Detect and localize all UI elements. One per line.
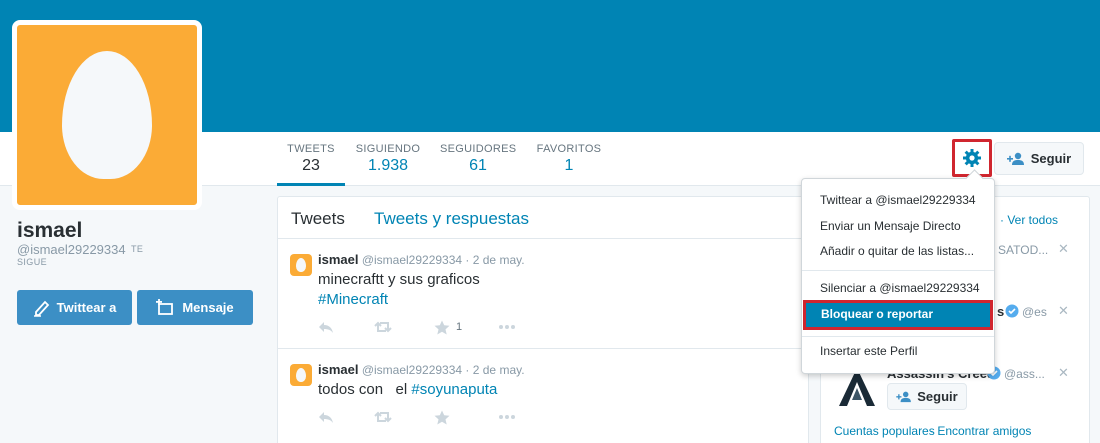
egg-avatar-shape — [296, 258, 306, 272]
follow-label: Seguir — [917, 389, 958, 404]
popular-accounts-link[interactable]: Cuentas populares — [834, 424, 935, 438]
favorite-count: 1 — [456, 321, 463, 333]
tweet-actions — [318, 408, 516, 426]
stat-value: 1.938 — [367, 157, 409, 174]
reply-icon[interactable] — [318, 410, 334, 424]
reply-icon[interactable] — [318, 320, 334, 334]
suggestion-peek-handle[interactable]: @es — [1022, 305, 1047, 319]
message-label: Mensaje — [182, 300, 234, 315]
retweet-icon[interactable] — [374, 410, 392, 424]
favorite-star-icon[interactable] — [434, 320, 450, 335]
suggestion-peek: SATOD... — [998, 243, 1049, 257]
profile-handle[interactable]: @ismael29229334 — [17, 242, 126, 257]
dismiss-icon[interactable]: ✕ — [1058, 241, 1069, 257]
account-handle[interactable]: @ass... — [1004, 367, 1045, 381]
menu-item-send-dm[interactable]: Enviar un Mensaje Directo — [802, 215, 994, 237]
stat-value: 61 — [469, 157, 487, 174]
tweet-date[interactable]: · 2 de may. — [465, 253, 524, 267]
message-icon — [156, 298, 174, 315]
message-button[interactable]: Mensaje — [137, 290, 253, 325]
dismiss-icon[interactable]: ✕ — [1058, 365, 1069, 381]
user-actions-dropdown: Twittear a @ismael29229334 Enviar un Men… — [801, 178, 995, 374]
egg-avatar-shape — [62, 51, 152, 179]
menu-item-tweet-to[interactable]: Twittear a @ismael29229334 — [802, 189, 994, 211]
stat-label: SIGUIENDO — [355, 143, 421, 155]
tweet-item[interactable]: ismael @ismael29229334 · 2 de may. minec… — [278, 239, 808, 349]
follow-button[interactable]: Seguir — [994, 142, 1084, 175]
tweet-avatar[interactable] — [290, 364, 312, 386]
suggestion-peek-name[interactable]: s — [997, 304, 1004, 319]
profile-name[interactable]: ismael — [17, 219, 82, 243]
timeline-tabs: Tweets Tweets y respuestas — [278, 197, 808, 239]
tab-tweets[interactable]: Tweets — [291, 209, 345, 229]
tweet-text: minecraftt y sus graficos — [318, 271, 480, 288]
stat-favorites[interactable]: FAVORITOS 1 — [534, 132, 604, 186]
menu-item-mute[interactable]: Silenciar a @ismael29229334 — [802, 277, 994, 299]
more-icon[interactable] — [498, 414, 516, 420]
tweet-actions: 1 — [318, 318, 516, 336]
follows-you-label: TE — [131, 244, 144, 254]
stat-value: 23 — [302, 157, 320, 174]
favorite-star-icon[interactable] — [434, 410, 450, 425]
tweet-to-button[interactable]: Twittear a — [17, 290, 132, 325]
view-all-link[interactable]: · Ver todos — [1000, 213, 1058, 227]
tweet-header: ismael @ismael29229334 · 2 de may. — [318, 252, 525, 267]
stat-label: FAVORITOS — [536, 143, 602, 155]
tweet-author-name[interactable]: ismael — [318, 252, 358, 267]
menu-item-add-remove-lists[interactable]: Añadir o quitar de las listas... — [802, 240, 994, 262]
stat-label: TWEETS — [287, 143, 335, 155]
gear-icon — [963, 149, 981, 167]
account-follow-button[interactable]: Seguir — [887, 383, 967, 410]
tweet-author-handle[interactable]: @ismael29229334 — [362, 363, 462, 377]
tweet-text: todos con el — [318, 381, 408, 398]
stat-value: 1 — [564, 157, 574, 174]
add-user-icon — [896, 391, 912, 402]
tweet-text-line: todos con el #soyunaputa — [318, 381, 497, 398]
tweet-date[interactable]: · 2 de may. — [465, 363, 524, 377]
follows-you-label-2: SIGUE — [17, 257, 48, 267]
stat-tweets[interactable]: TWEETS 23 — [277, 132, 345, 186]
timeline: Tweets Tweets y respuestas ismael @ismae… — [277, 196, 809, 443]
stat-following[interactable]: SIGUIENDO 1.938 — [354, 132, 422, 186]
tweet-hashtag[interactable]: #soyunaputa — [411, 381, 497, 398]
egg-avatar-shape — [296, 368, 306, 382]
profile-avatar[interactable] — [12, 20, 202, 210]
add-user-icon — [1006, 152, 1024, 165]
compose-icon — [33, 300, 49, 317]
tweet-author-name[interactable]: ismael — [318, 362, 358, 377]
more-icon[interactable] — [498, 324, 516, 330]
retweet-icon[interactable] — [374, 320, 392, 334]
follow-label: Seguir — [1030, 151, 1072, 166]
tweet-item[interactable]: ismael @ismael29229334 · 2 de may. todos… — [278, 349, 808, 443]
tweet-hashtag[interactable]: #Minecraft — [318, 291, 388, 308]
tweet-author-handle[interactable]: @ismael29229334 — [362, 253, 462, 267]
stat-label: SEGUIDORES — [440, 143, 517, 155]
tweet-avatar[interactable] — [290, 254, 312, 276]
find-friends-link[interactable]: · Encontrar amigos — [930, 424, 1031, 438]
stat-followers[interactable]: SEGUIDORES 61 — [440, 132, 516, 186]
tweet-to-label: Twittear a — [56, 300, 117, 315]
menu-item-block-report[interactable]: Bloquear o reportar — [803, 300, 993, 330]
menu-item-embed-profile[interactable]: Insertar este Perfil — [802, 340, 994, 362]
tweet-header: ismael @ismael29229334 · 2 de may. — [318, 362, 525, 377]
menu-separator — [802, 336, 994, 337]
tab-tweets-replies[interactable]: Tweets y respuestas — [374, 209, 529, 229]
verified-badge-icon — [1005, 304, 1019, 318]
menu-separator — [802, 270, 994, 271]
dismiss-icon[interactable]: ✕ — [1058, 303, 1069, 319]
